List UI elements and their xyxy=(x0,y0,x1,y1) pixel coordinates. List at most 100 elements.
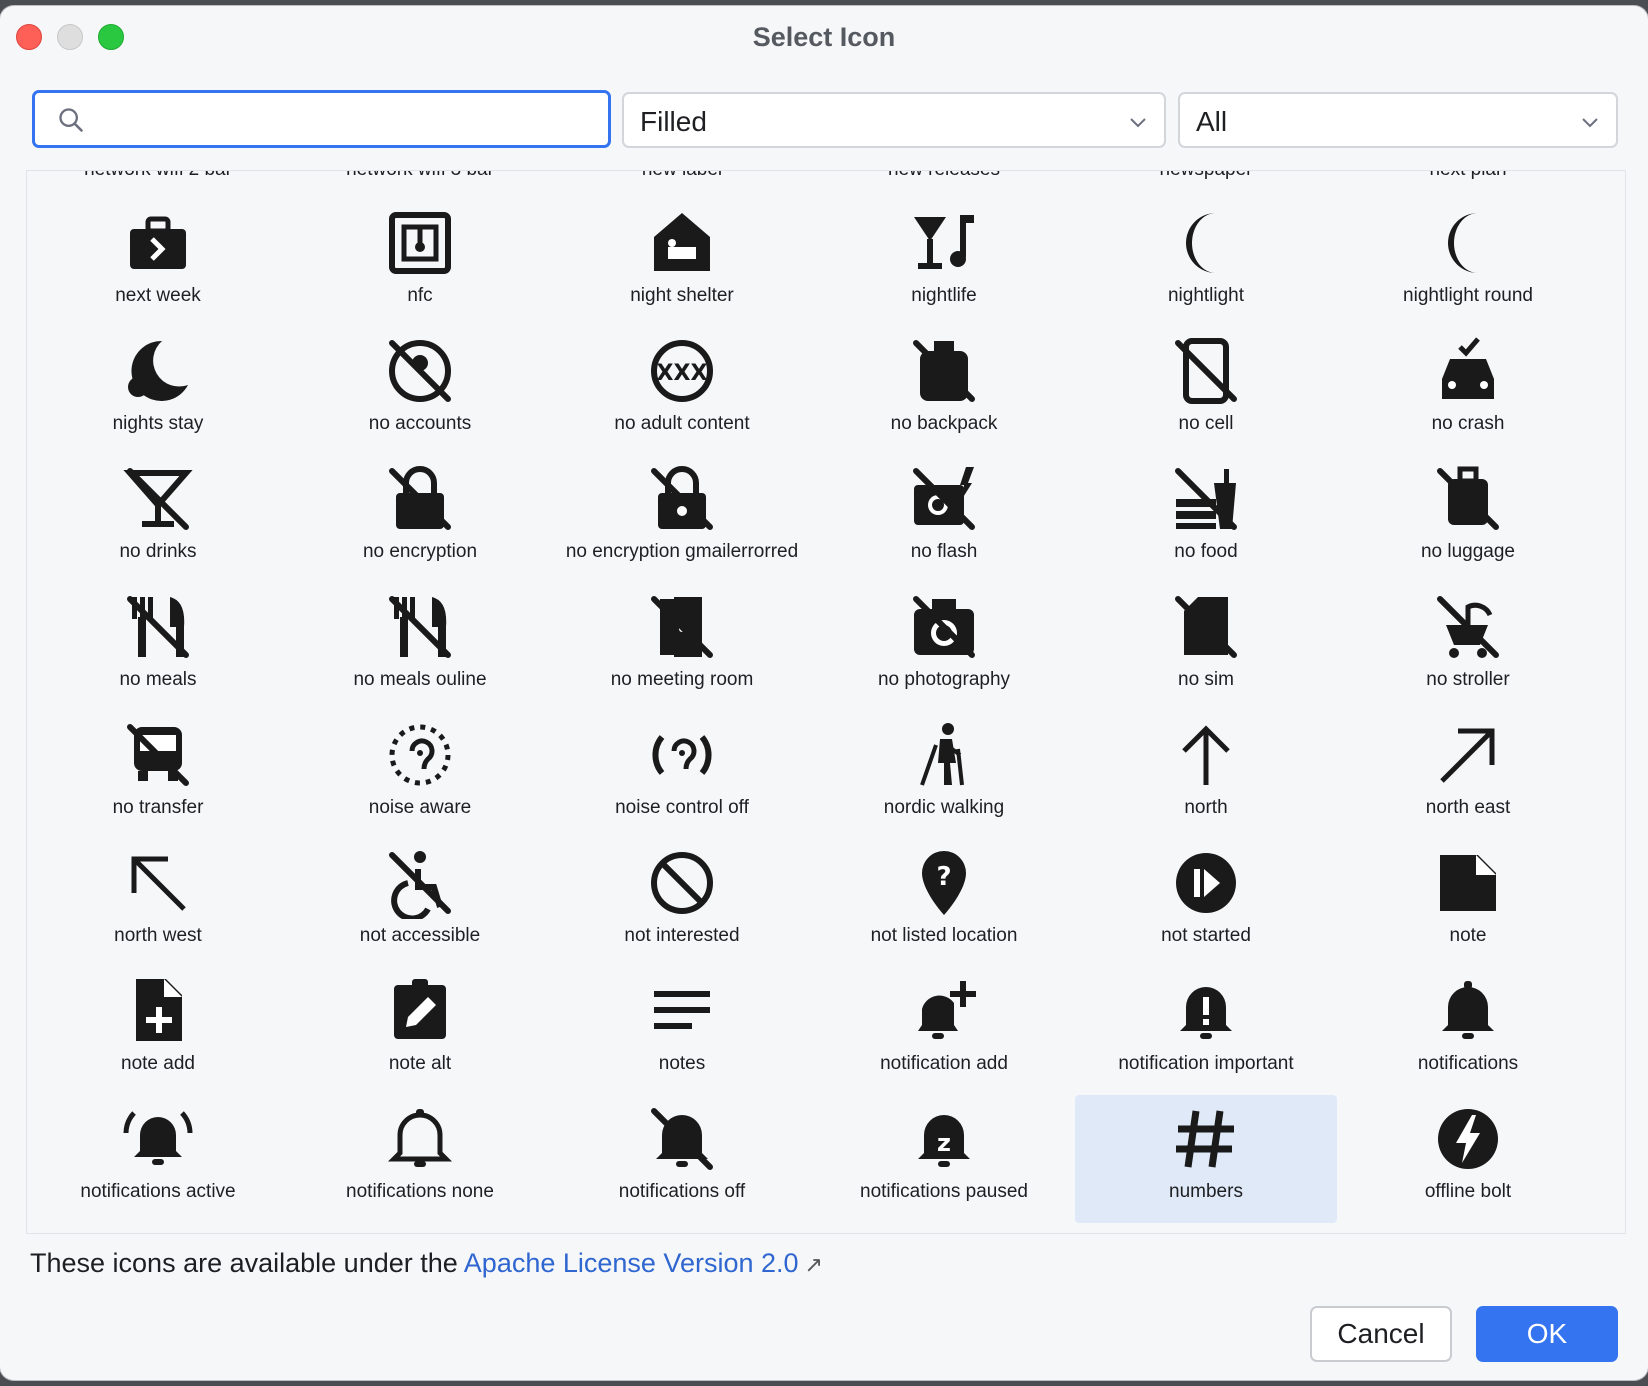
no-meeting-room-icon xyxy=(651,596,713,658)
icon-label: no backpack xyxy=(890,413,998,434)
select-icon-dialog: Select Icon Filled All network wifi 2 ba… xyxy=(0,6,1648,1380)
icon-cell[interactable]: z notifications paused xyxy=(813,1095,1075,1223)
license-text: These icons are available under the xyxy=(30,1248,458,1278)
search-field[interactable] xyxy=(32,90,611,148)
icon-cell[interactable]: no backpack xyxy=(813,327,1075,455)
icon-cell[interactable]: notes xyxy=(551,967,813,1095)
partial-icon-label[interactable]: network wifi 2 bar xyxy=(27,171,289,181)
icon-label: noise control off xyxy=(615,797,749,818)
icon-cell[interactable]: ? not listed location xyxy=(813,839,1075,967)
icon-cell[interactable]: nfc xyxy=(289,199,551,327)
notifications-none-icon xyxy=(387,1109,453,1167)
icon-label: night shelter xyxy=(630,285,734,306)
icon-label: notifications none xyxy=(346,1181,494,1202)
notifications-active-icon xyxy=(123,1111,193,1165)
nights-stay-icon xyxy=(128,340,188,401)
license-link[interactable]: Apache License Version 2.0 xyxy=(464,1248,799,1278)
partial-icon-label[interactable]: new label xyxy=(551,171,813,181)
icon-cell[interactable]: note xyxy=(1337,839,1599,967)
no-luggage-icon xyxy=(1437,466,1499,530)
icon-cell[interactable]: no cell xyxy=(1075,327,1337,455)
chevron-down-icon xyxy=(1130,118,1146,128)
no-crash-icon xyxy=(1442,337,1494,399)
icon-cell[interactable]: north east xyxy=(1337,711,1599,839)
icon-cell[interactable]: north xyxy=(1075,711,1337,839)
partial-row: network wifi 2 bar network wifi 3 bar ne… xyxy=(27,171,1595,185)
icon-cell[interactable]: north west xyxy=(27,839,289,967)
icon-cell[interactable]: nightlife xyxy=(813,199,1075,327)
cancel-button[interactable]: Cancel xyxy=(1310,1306,1452,1362)
icon-cell[interactable]: notifications active xyxy=(27,1095,289,1223)
ok-button[interactable]: OK xyxy=(1476,1306,1618,1362)
partial-icon-label[interactable]: next plan xyxy=(1337,171,1599,181)
partial-icon-label[interactable]: network wifi 3 bar xyxy=(289,171,551,181)
notifications-icon xyxy=(1442,981,1494,1039)
noise-control-off-icon xyxy=(652,735,712,775)
icon-cell[interactable]: no sim xyxy=(1075,583,1337,711)
no-meals-ouline-icon xyxy=(389,596,451,658)
icon-cell[interactable]: noise control off xyxy=(551,711,813,839)
icon-label: no cell xyxy=(1178,413,1234,434)
icon-cell[interactable]: no photography xyxy=(813,583,1075,711)
note-alt-icon xyxy=(394,979,446,1039)
search-input[interactable] xyxy=(97,99,591,141)
notification-important-icon xyxy=(1180,987,1232,1039)
icon-label: no flash xyxy=(910,541,978,562)
icon-cell[interactable]: noise aware xyxy=(289,711,551,839)
style-dropdown[interactable]: Filled xyxy=(622,92,1166,148)
icon-cell[interactable]: no crash xyxy=(1337,327,1599,455)
icon-cell[interactable]: next week xyxy=(27,199,289,327)
icon-cell[interactable]: not started xyxy=(1075,839,1337,967)
icon-cell[interactable]: notification important xyxy=(1075,967,1337,1095)
note-icon xyxy=(1440,855,1496,911)
icon-cell[interactable]: no flash xyxy=(813,455,1075,583)
icon-cell[interactable]: nightlight round xyxy=(1337,199,1599,327)
icon-grid-panel[interactable]: network wifi 2 bar network wifi 3 bar ne… xyxy=(26,170,1626,1234)
icon-cell[interactable]: note add xyxy=(27,967,289,1095)
icon-cell[interactable]: not accessible xyxy=(289,839,551,967)
icon-cell[interactable]: no transfer xyxy=(27,711,289,839)
icon-cell[interactable]: note alt xyxy=(289,967,551,1095)
icon-label: next week xyxy=(115,285,201,306)
icon-cell[interactable]: night shelter xyxy=(551,199,813,327)
icon-cell[interactable]: nordic walking xyxy=(813,711,1075,839)
icon-cell[interactable]: no encryption xyxy=(289,455,551,583)
nightlight-icon xyxy=(1186,213,1216,273)
icon-cell[interactable]: no accounts xyxy=(289,327,551,455)
north-east-icon xyxy=(1440,728,1495,783)
icon-cell[interactable]: offline bolt xyxy=(1337,1095,1599,1223)
icon-label: no adult content xyxy=(614,413,750,434)
icon-cell[interactable]: no luggage xyxy=(1337,455,1599,583)
icon-label: no stroller xyxy=(1426,669,1510,690)
icon-cell[interactable]: notifications xyxy=(1337,967,1599,1095)
partial-icon-label[interactable]: new releases xyxy=(813,171,1075,181)
icon-cell[interactable]: nights stay xyxy=(27,327,289,455)
icon-cell[interactable]: no encryption gmailerrorred xyxy=(551,455,813,583)
icon-cell[interactable]: no drinks xyxy=(27,455,289,583)
no-adult-content-icon: XXX xyxy=(651,340,713,402)
night-shelter-icon xyxy=(654,213,710,271)
icon-cell[interactable]: XXX no adult content xyxy=(551,327,813,455)
icon-cell[interactable]: no meeting room xyxy=(551,583,813,711)
icon-cell[interactable]: numbers xyxy=(1075,1095,1337,1223)
partial-icon-label[interactable]: newspaper xyxy=(1075,171,1337,181)
icon-cell[interactable]: nightlight xyxy=(1075,199,1337,327)
icon-cell[interactable]: no meals xyxy=(27,583,289,711)
style-dropdown-value: Filled xyxy=(640,106,707,137)
icon-cell[interactable]: no food xyxy=(1075,455,1337,583)
icon-cell[interactable]: no stroller xyxy=(1337,583,1599,711)
icon-cell[interactable]: not interested xyxy=(551,839,813,967)
icon-label: notification important xyxy=(1118,1053,1294,1074)
icon-cell[interactable]: notifications none xyxy=(289,1095,551,1223)
no-food-icon xyxy=(1175,468,1237,530)
category-dropdown[interactable]: All xyxy=(1178,92,1618,148)
icon-label: no meeting room xyxy=(610,669,754,690)
icon-label: no food xyxy=(1174,541,1238,562)
icon-cell[interactable]: notification add xyxy=(813,967,1075,1095)
icon-cell[interactable]: no meals ouline xyxy=(289,583,551,711)
not-interested-icon xyxy=(651,852,713,914)
window-title: Select Icon xyxy=(752,22,896,52)
icon-label: not interested xyxy=(624,925,740,946)
icon-cell[interactable]: notifications off xyxy=(551,1095,813,1223)
search-icon xyxy=(59,108,83,132)
